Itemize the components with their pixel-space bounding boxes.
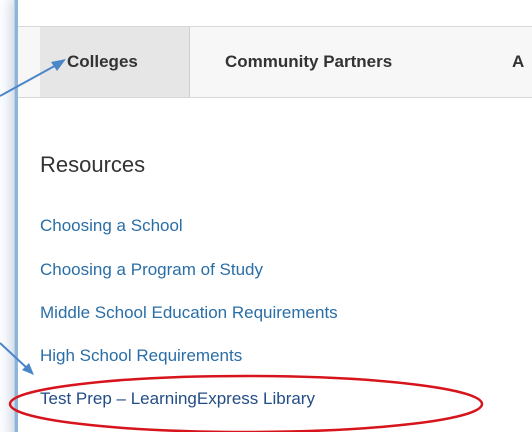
link-high-school-requirements[interactable]: High School Requirements — [40, 346, 242, 366]
link-test-prep-learningexpress-library[interactable]: Test Prep – LearningExpress Library — [40, 389, 315, 409]
link-choosing-a-school[interactable]: Choosing a School — [40, 216, 183, 236]
resources-heading: Resources — [40, 152, 146, 177]
tab-community-partners[interactable]: Community Partners — [225, 27, 392, 97]
link-choosing-a-program-of-study[interactable]: Choosing a Program of Study — [40, 260, 263, 280]
tab-truncated[interactable]: A — [512, 27, 524, 97]
screenshot-stage: Colleges Community Partners A Resources … — [0, 0, 532, 432]
tab-bar: Colleges Community Partners A — [18, 26, 532, 98]
tab-colleges[interactable]: Colleges — [40, 27, 190, 97]
link-middle-school-education-requirements[interactable]: Middle School Education Requirements — [40, 303, 338, 323]
content-panel: Colleges Community Partners A Resources … — [15, 0, 532, 432]
